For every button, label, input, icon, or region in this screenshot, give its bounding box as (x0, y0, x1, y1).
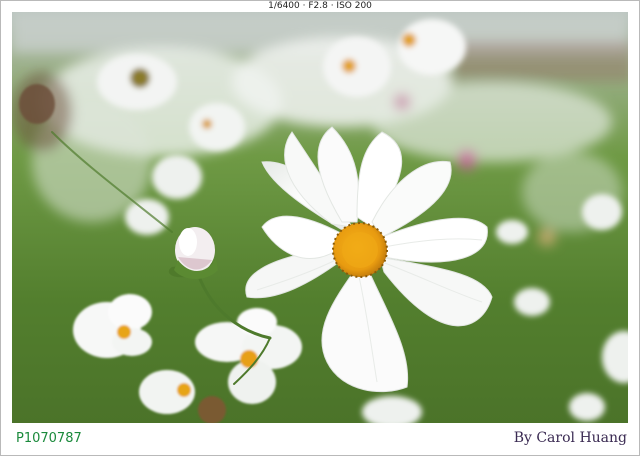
exif-info: 1/6400 · F2.8 · ISO 200 (268, 1, 372, 11)
photo-id-caption: P1070787 (16, 431, 82, 446)
cosmos-flower-photo (12, 12, 628, 423)
photographer-credit: By Carol Huang (513, 430, 627, 446)
